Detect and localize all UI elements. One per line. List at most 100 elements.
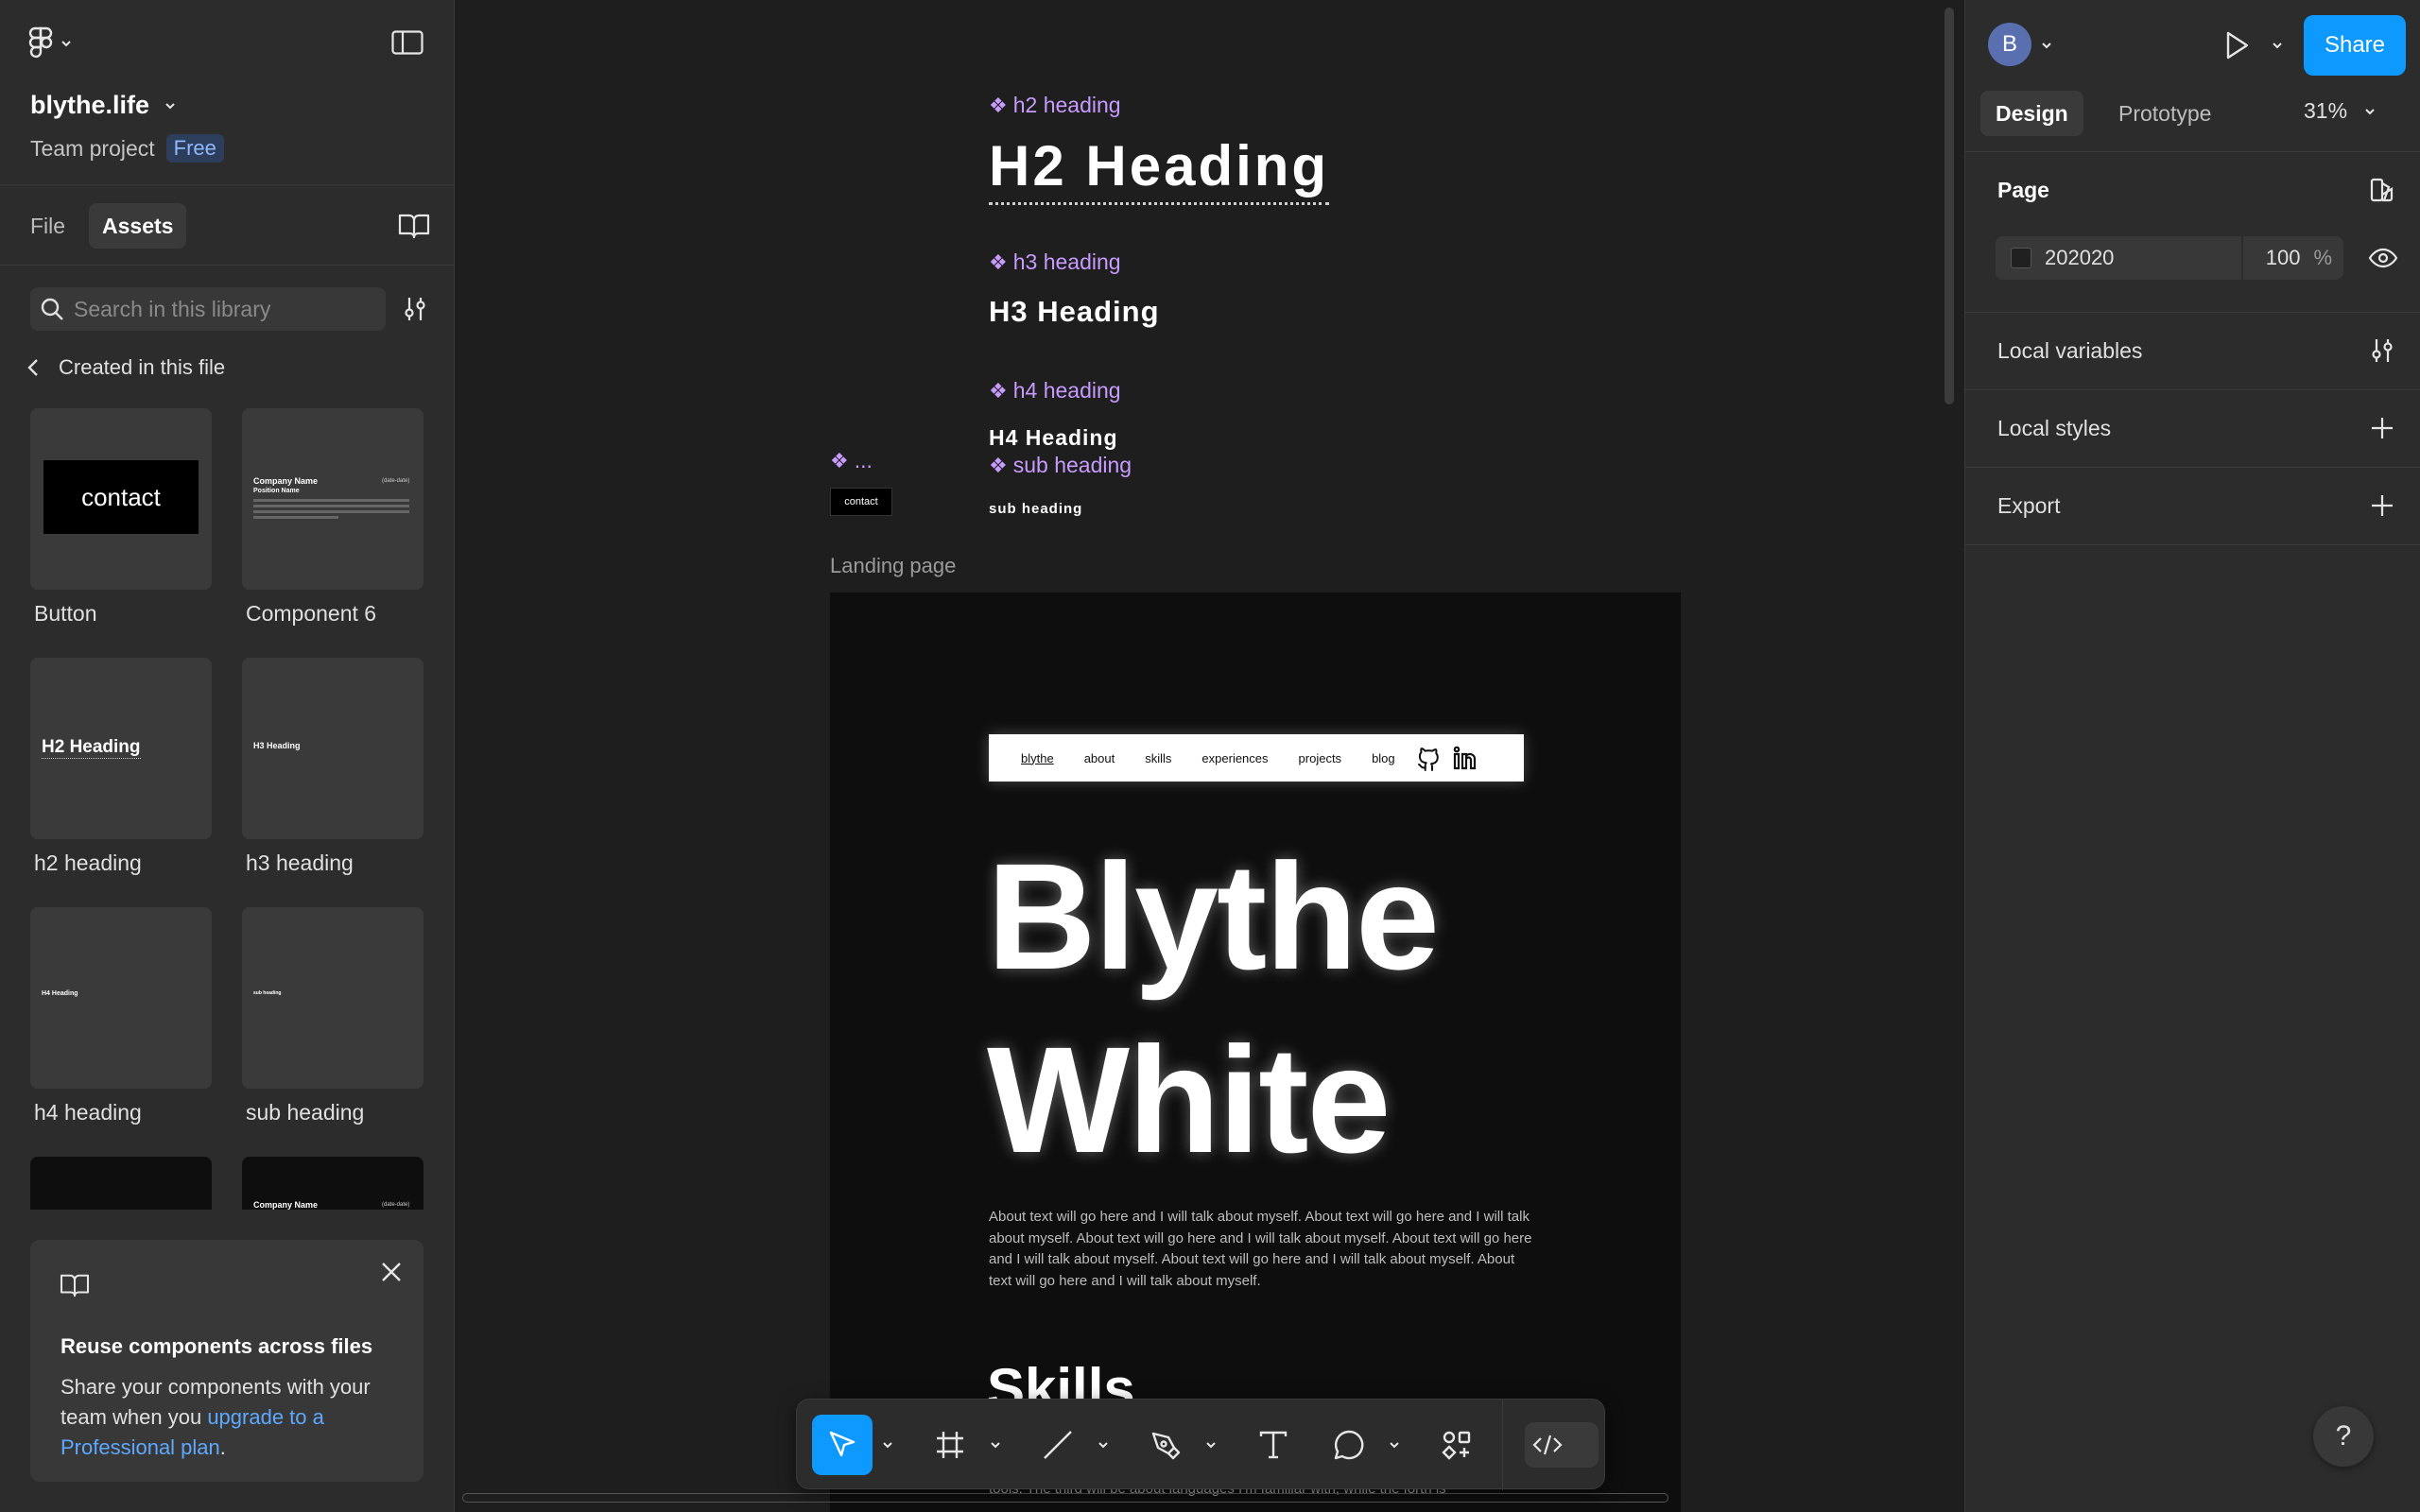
asset-h4-heading[interactable]: H4 Heading h4 heading bbox=[30, 907, 212, 1125]
comment-tool-button[interactable] bbox=[1319, 1415, 1379, 1475]
linkedin-icon[interactable] bbox=[1452, 745, 1478, 771]
chevron-down-icon[interactable] bbox=[2270, 38, 2285, 53]
move-tool-button[interactable] bbox=[812, 1415, 873, 1475]
breadcrumb-back[interactable]: Created in this file bbox=[26, 355, 225, 380]
tools-toolbar bbox=[796, 1399, 1605, 1490]
actions-button[interactable] bbox=[1426, 1415, 1487, 1475]
h3-heading-component[interactable]: H3 Heading bbox=[989, 295, 1160, 329]
nav-item-experiences[interactable]: experiences bbox=[1201, 751, 1268, 765]
asset-partial[interactable]: Company Name (date-date) bbox=[242, 1157, 424, 1210]
horizontal-scrollbar[interactable] bbox=[462, 1493, 1668, 1503]
asset-thumbnail: H3 Heading bbox=[242, 658, 424, 839]
share-button[interactable]: Share bbox=[2304, 15, 2406, 76]
main-menu-button[interactable] bbox=[28, 26, 74, 60]
component-label-button[interactable]: ❖ ... bbox=[830, 448, 873, 473]
landing-page-frame[interactable]: blythe about skills experiences projects… bbox=[830, 593, 1681, 1512]
page-color-field[interactable]: 202020 bbox=[1996, 236, 2241, 280]
file-name-button[interactable]: blythe.life bbox=[30, 91, 178, 120]
asset-button[interactable]: contact Button bbox=[30, 408, 212, 627]
frame-tool-button[interactable] bbox=[920, 1415, 980, 1475]
contact-button-component[interactable]: contact bbox=[830, 488, 892, 516]
promo-text-after: . bbox=[219, 1435, 226, 1459]
filter-icon[interactable] bbox=[401, 295, 429, 323]
pen-tool-button[interactable] bbox=[1135, 1415, 1196, 1475]
chevron-down-icon[interactable] bbox=[2039, 38, 2054, 53]
hero-first-name[interactable]: Blythe bbox=[987, 836, 1440, 997]
chevron-left-icon bbox=[27, 359, 38, 376]
page-color-hex[interactable]: 202020 bbox=[2045, 246, 2114, 270]
tab-design[interactable]: Design bbox=[1980, 91, 2083, 136]
text-tool-button[interactable] bbox=[1243, 1415, 1304, 1475]
right-panel: B Share Design Prototype 31% Page 202020… bbox=[1964, 0, 2420, 1512]
asset-h3-heading[interactable]: H3 Heading h3 heading bbox=[242, 658, 424, 876]
help-button[interactable]: ? bbox=[2313, 1406, 2374, 1467]
h2-heading-component[interactable]: H2 Heading bbox=[989, 130, 1330, 205]
nav-item-blythe[interactable]: blythe bbox=[1021, 751, 1054, 765]
preview-text-line bbox=[253, 505, 409, 507]
tab-assets[interactable]: Assets bbox=[89, 203, 187, 249]
component-label-sub[interactable]: ❖ sub heading bbox=[989, 453, 1132, 478]
hero-last-name[interactable]: White bbox=[987, 1020, 1391, 1180]
eye-icon[interactable] bbox=[2368, 244, 2398, 272]
github-icon[interactable] bbox=[1416, 745, 1443, 771]
asset-thumbnail: sub heading bbox=[242, 907, 424, 1089]
library-search[interactable] bbox=[30, 287, 386, 331]
plus-icon[interactable] bbox=[2368, 491, 2396, 520]
dev-mode-toggle[interactable] bbox=[1525, 1422, 1599, 1468]
chevron-down-icon[interactable] bbox=[988, 1437, 1003, 1452]
asset-sub-heading[interactable]: sub heading sub heading bbox=[242, 907, 424, 1125]
asset-partial[interactable] bbox=[30, 1157, 212, 1210]
book-icon[interactable] bbox=[397, 212, 431, 240]
chevron-down-icon[interactable] bbox=[1387, 1437, 1402, 1452]
local-styles-label[interactable]: Local styles bbox=[1997, 416, 2111, 441]
plan-badge[interactable]: Free bbox=[165, 134, 224, 163]
asset-label: h3 heading bbox=[246, 850, 354, 875]
divider bbox=[1965, 544, 2420, 545]
variables-icon[interactable] bbox=[2368, 336, 2396, 365]
component-label-h2[interactable]: ❖ h2 heading bbox=[989, 93, 1121, 118]
dev-mode-icon bbox=[1532, 1435, 1563, 1455]
chevron-down-icon[interactable] bbox=[880, 1437, 895, 1452]
zoom-dropdown[interactable]: 31% bbox=[2304, 98, 2377, 124]
page-opacity-field[interactable]: 100 % bbox=[2243, 236, 2343, 280]
color-swatch[interactable] bbox=[2011, 248, 2031, 268]
local-variables-label[interactable]: Local variables bbox=[1997, 338, 2142, 364]
site-navbar[interactable]: blythe about skills experiences projects… bbox=[989, 734, 1524, 782]
about-paragraph[interactable]: About text will go here and I will talk … bbox=[989, 1207, 1537, 1292]
figma-app: blythe.life Team project Free File Asset… bbox=[0, 0, 2420, 1512]
avatar[interactable]: B bbox=[1988, 23, 2031, 66]
search-icon bbox=[41, 298, 63, 320]
preview-dates: (date-date) bbox=[382, 1202, 410, 1208]
design-canvas[interactable]: ❖ h2 heading H2 Heading ❖ h3 heading H3 … bbox=[455, 0, 1964, 1512]
frame-label[interactable]: Landing page bbox=[830, 554, 956, 578]
chevron-down-icon[interactable] bbox=[1096, 1437, 1111, 1452]
nav-item-projects[interactable]: projects bbox=[1299, 751, 1342, 765]
chevron-down-icon[interactable] bbox=[1203, 1437, 1219, 1452]
component-label-h4[interactable]: ❖ h4 heading bbox=[989, 378, 1121, 404]
tab-file[interactable]: File bbox=[17, 203, 78, 249]
component-label-h3[interactable]: ❖ h3 heading bbox=[989, 249, 1121, 275]
play-icon[interactable] bbox=[2219, 28, 2253, 62]
plus-icon[interactable] bbox=[2368, 414, 2396, 442]
sidebar-toggle-icon[interactable] bbox=[391, 30, 424, 55]
nav-item-skills[interactable]: skills bbox=[1145, 751, 1171, 765]
tab-prototype[interactable]: Prototype bbox=[2103, 91, 2226, 136]
component-icon: ❖ bbox=[830, 448, 849, 472]
line-tool-button[interactable] bbox=[1028, 1415, 1088, 1475]
left-panel-tabs: File Assets bbox=[0, 186, 454, 266]
export-label[interactable]: Export bbox=[1997, 493, 2060, 519]
nav-item-about[interactable]: about bbox=[1084, 751, 1115, 765]
file-name: blythe.life bbox=[30, 91, 150, 119]
component-icon: ❖ bbox=[989, 378, 1008, 403]
component-name: h3 heading bbox=[1012, 249, 1121, 274]
page-opacity-value[interactable]: 100 bbox=[2266, 246, 2301, 270]
styles-icon[interactable] bbox=[2368, 176, 2396, 204]
nav-item-blog[interactable]: blog bbox=[1372, 751, 1395, 765]
close-icon[interactable] bbox=[378, 1259, 405, 1285]
h4-heading-component[interactable]: H4 Heading bbox=[989, 425, 1118, 451]
sub-heading-component[interactable]: sub heading bbox=[989, 501, 1082, 517]
search-input[interactable] bbox=[74, 296, 357, 322]
asset-h2-heading[interactable]: H2 Heading h2 heading bbox=[30, 658, 212, 876]
asset-component-6[interactable]: Company Name Position Name (date-date) C… bbox=[242, 408, 424, 627]
vertical-scrollbar[interactable] bbox=[1945, 8, 1954, 404]
